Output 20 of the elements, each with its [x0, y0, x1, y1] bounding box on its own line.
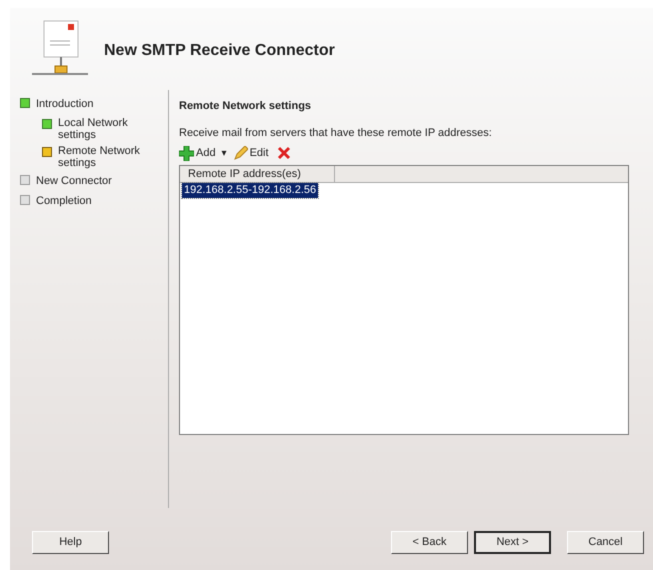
- wizard-step: Local Network settings: [58, 116, 158, 140]
- wizard-step: Remote Network settings: [58, 144, 158, 168]
- wizard-step: Introduction: [36, 96, 94, 112]
- wizard-step: Completion: [36, 193, 92, 210]
- dropdown-caret[interactable]: ▾: [220, 146, 229, 160]
- description-text: Receive mail from servers that have these remote IP addresses:: [179, 126, 493, 140]
- edit-button[interactable]: Edit: [232, 144, 269, 162]
- wizard-step: New Connector: [36, 172, 112, 189]
- delete-button[interactable]: [276, 146, 291, 160]
- wizard-button[interactable]: Cancel: [567, 530, 644, 554]
- pencil-icon: [232, 146, 248, 160]
- add-button[interactable]: Add: [179, 144, 216, 162]
- list-item[interactable]: 192.168.2.55-192.168.2.56: [182, 183, 318, 198]
- wizard-button[interactable]: < Back: [391, 530, 468, 554]
- wizard-title: New SMTP Receive Connector: [104, 41, 335, 61]
- plus-icon: [179, 146, 194, 160]
- wizard-button[interactable]: Next >: [474, 530, 551, 554]
- help-button[interactable]: Help: [32, 530, 109, 554]
- page-heading: Remote Network settings: [179, 99, 312, 114]
- delete-icon: [276, 146, 291, 160]
